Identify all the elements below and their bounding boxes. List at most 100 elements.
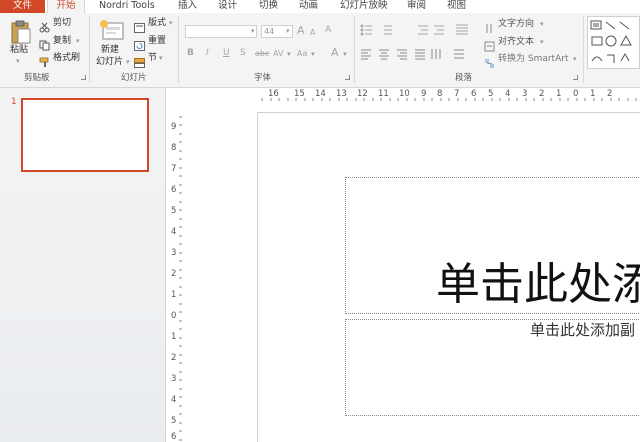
clear-formatting-button[interactable]: A	[325, 25, 331, 36]
ruler-label: 3	[171, 374, 177, 384]
ruler-label: 8	[437, 89, 443, 99]
paste-dropdown-icon[interactable]: ▾	[16, 57, 20, 65]
tab-insert[interactable]: 插入	[178, 0, 197, 13]
ruler-label: 2	[539, 89, 545, 99]
new-slide-button-line1[interactable]: 新建	[101, 45, 119, 56]
tab-view[interactable]: 视图	[447, 0, 466, 13]
shrink-font-button[interactable]: A	[310, 27, 315, 38]
cut-button[interactable]: 剪切	[53, 18, 71, 29]
tab-home[interactable]: 开始	[47, 0, 85, 13]
ribbon-tab-bar: 文件 开始 Nordri Tools 插入 设计 切换 动画 幻灯片放映 审阅 …	[0, 0, 640, 13]
case-dropdown-icon[interactable]: ▾	[311, 50, 315, 58]
ruler-label: 7	[454, 89, 460, 99]
subtitle-placeholder-text[interactable]: 单击此处添加副	[530, 319, 635, 341]
ruler-label: 12	[357, 89, 368, 99]
section-dropdown-icon[interactable]: ▾	[159, 54, 163, 62]
font-group-label: 字体	[254, 73, 272, 83]
font-name-dropdown-icon[interactable]: ▾	[251, 27, 255, 35]
italic-button[interactable]: I	[206, 48, 209, 59]
slide-number: 1	[11, 97, 17, 107]
smartart-icon	[484, 54, 495, 73]
layout-dropdown-icon[interactable]: ▾	[169, 19, 173, 27]
ruler-label: 1	[171, 290, 177, 300]
format-painter-icon	[39, 53, 50, 72]
ruler-label: 16	[268, 89, 279, 99]
tab-transitions[interactable]: 切换	[259, 0, 278, 13]
slides-group-label: 幻灯片	[121, 73, 147, 83]
clipboard-group-label: 剪贴板	[24, 73, 50, 83]
ruler-label: 7	[171, 164, 177, 174]
ruler-label: 5	[171, 206, 177, 216]
ruler-label: 6	[171, 185, 177, 195]
ribbon-home: 粘贴 ▾ 剪切 复制 ▾ 格式刷 剪贴板 新建 幻灯片 ▾ 版式 ▾ 重置 节 …	[0, 13, 640, 88]
align-text-button[interactable]: 对齐文本	[498, 37, 534, 48]
text-direction-button[interactable]: 文字方向	[498, 19, 534, 30]
font-color-dropdown-icon[interactable]: ▾	[343, 50, 347, 58]
ruler-label: 1	[590, 89, 596, 99]
horizontal-ruler: 16 15 14 13 12 11 10 9 8 7 6 5 4 3 2 1 0…	[258, 89, 640, 101]
align-text-dropdown-icon[interactable]: ▾	[540, 38, 544, 46]
layout-button[interactable]: 版式	[148, 18, 166, 29]
ruler-label: 6	[171, 432, 177, 442]
ruler-label: 8	[171, 143, 177, 153]
ruler-label: 2	[607, 89, 613, 99]
tab-design[interactable]: 设计	[218, 0, 237, 13]
ruler-label: 5	[488, 89, 494, 99]
section-icon	[134, 53, 145, 72]
change-case-button[interactable]: Aa	[297, 48, 307, 59]
slide-thumbnail-1[interactable]	[21, 98, 149, 172]
tab-slide-show[interactable]: 幻灯片放映	[340, 0, 388, 13]
new-slide-button-line2[interactable]: 幻灯片	[96, 57, 123, 68]
ruler-label: 4	[505, 89, 511, 99]
paste-button[interactable]: 粘贴	[10, 45, 28, 56]
ruler-label: 15	[294, 89, 305, 99]
new-slide-icon[interactable]	[99, 19, 125, 47]
ruler-label: 0	[171, 311, 177, 321]
tab-animations[interactable]: 动画	[299, 0, 318, 13]
ruler-label: 3	[171, 248, 177, 258]
copy-dropdown-icon[interactable]: ▾	[76, 37, 80, 45]
ruler-label: 4	[171, 227, 177, 237]
tab-review[interactable]: 审阅	[407, 0, 426, 13]
ruler-label: 9	[421, 89, 427, 99]
shapes-gallery[interactable]	[587, 16, 640, 69]
convert-smartart-button[interactable]: 转换为 SmartArt	[498, 54, 568, 65]
underline-button[interactable]: U	[223, 48, 230, 59]
ruler-label: 3	[522, 89, 528, 99]
clipboard-dialog-launcher-icon[interactable]	[81, 75, 86, 80]
font-name-combo[interactable]	[185, 25, 257, 38]
ruler-label: 11	[378, 89, 389, 99]
font-color-button[interactable]: A	[331, 47, 339, 58]
ruler-label: 6	[471, 89, 477, 99]
reset-button[interactable]: 重置	[148, 36, 166, 47]
character-spacing-button[interactable]: AV	[273, 48, 283, 59]
copy-button[interactable]: 复制	[53, 36, 71, 47]
ruler-label: 1	[171, 332, 177, 342]
tab-nordri-tools[interactable]: Nordri Tools	[99, 0, 155, 13]
list-buttons-row-icon[interactable]	[360, 23, 480, 37]
format-painter-button[interactable]: 格式刷	[53, 53, 80, 64]
new-slide-dropdown-icon[interactable]: ▾	[126, 58, 130, 66]
smartart-dropdown-icon[interactable]: ▾	[573, 55, 577, 63]
alignment-buttons-row-icon[interactable]	[360, 48, 480, 60]
text-direction-icon	[484, 19, 495, 38]
ruler-label: 0	[573, 89, 579, 99]
spacing-dropdown-icon[interactable]: ▾	[287, 50, 291, 58]
font-size-dropdown-icon[interactable]: ▾	[286, 27, 290, 35]
font-dialog-launcher-icon[interactable]	[345, 75, 350, 80]
paragraph-dialog-launcher-icon[interactable]	[573, 75, 578, 80]
ruler-label: 10	[399, 89, 410, 99]
text-direction-dropdown-icon[interactable]: ▾	[540, 20, 544, 28]
grow-font-button[interactable]: A	[297, 25, 305, 36]
ruler-label: 14	[315, 89, 326, 99]
text-shadow-button[interactable]: S	[240, 48, 246, 59]
cut-icon	[39, 18, 50, 37]
paragraph-group-label: 段落	[455, 73, 473, 83]
bold-button[interactable]: B	[187, 48, 194, 59]
strikethrough-button[interactable]: abc	[255, 48, 269, 59]
ruler-label: 1	[556, 89, 562, 99]
section-button[interactable]: 节	[148, 53, 157, 64]
group-divider	[354, 16, 355, 83]
tab-file[interactable]: 文件	[0, 0, 45, 13]
title-placeholder-text[interactable]: 单击此处添	[436, 255, 640, 315]
